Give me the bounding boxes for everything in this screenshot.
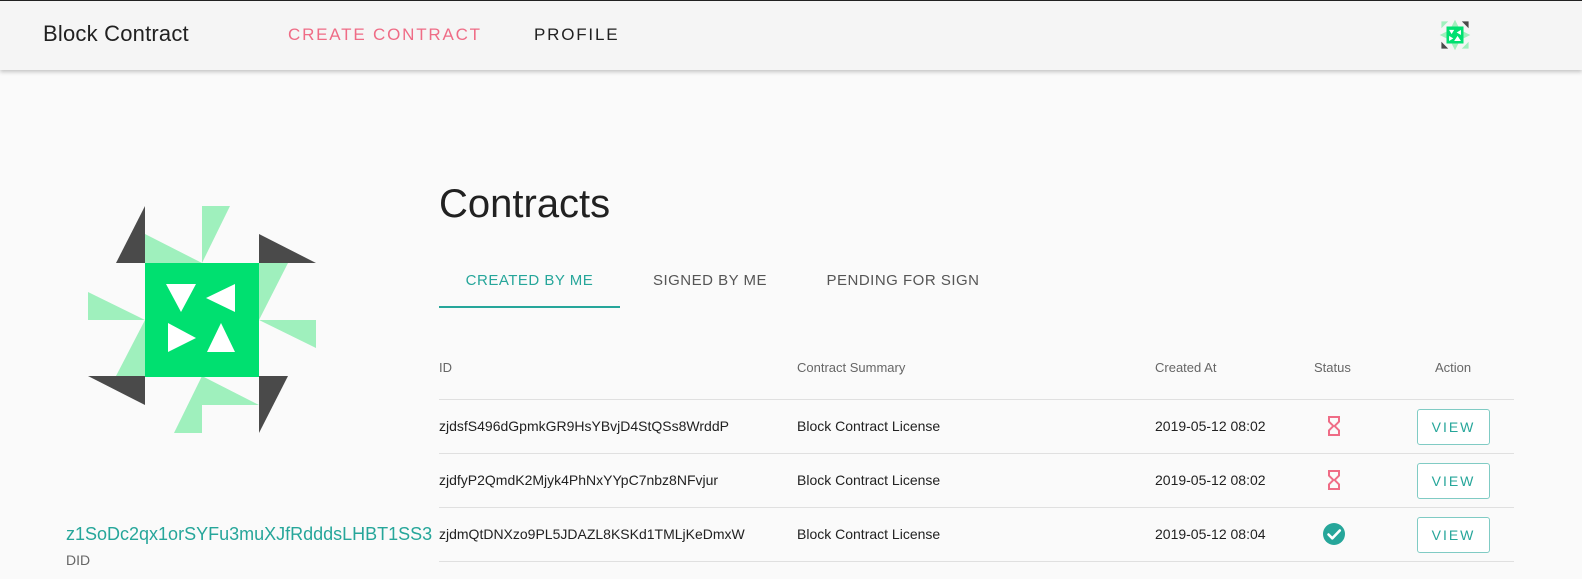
did-label: DID <box>66 552 91 568</box>
column-header-id: ID <box>439 360 452 375</box>
view-button[interactable]: VIEW <box>1417 517 1490 553</box>
table-row: zjdfyP2QmdK2Mjyk4PhNxYYpC7nbz8NFvjur Blo… <box>439 454 1514 508</box>
column-header-summary: Contract Summary <box>797 360 906 375</box>
check-circle-icon <box>1323 523 1345 545</box>
tab-pending-for-sign[interactable]: PENDING FOR SIGN <box>809 256 997 308</box>
table-row: zjdmQtDNXzo9PL5JDAZL8KSKd1TMLjKeDmxW Blo… <box>439 508 1514 562</box>
app-bar: Block Contract CREATE CONTRACT PROFILE <box>0 0 1582 70</box>
contract-summary: Block Contract License <box>797 472 941 488</box>
hourglass-icon <box>1328 470 1340 490</box>
contract-id: zjdsfS496dGpmkGR9HsYBvjD4StQSs8WrddP <box>439 418 729 434</box>
nav-create-contract[interactable]: CREATE CONTRACT <box>288 25 482 45</box>
hourglass-icon <box>1328 416 1340 436</box>
tab-created-by-me[interactable]: CREATED BY ME <box>439 256 620 308</box>
column-header-status: Status <box>1314 360 1351 375</box>
tab-signed-by-me[interactable]: SIGNED BY ME <box>635 256 785 308</box>
contract-id: zjdmQtDNXzo9PL5JDAZL8KSKd1TMLjKeDmxW <box>439 526 745 542</box>
view-button[interactable]: VIEW <box>1417 409 1490 445</box>
table-row: zjdsfS496dGpmkGR9HsYBvjD4StQSs8WrddP Blo… <box>439 400 1514 454</box>
nav-profile[interactable]: PROFILE <box>534 25 619 45</box>
column-header-created-at: Created At <box>1155 360 1217 375</box>
contract-tabs: CREATED BY ME SIGNED BY ME PENDING FOR S… <box>439 256 999 308</box>
profile-identicon <box>88 206 316 433</box>
did-value: z1SoDc2qx1orSYFu3muXJfRdddsLHBT1SS3 <box>66 524 433 544</box>
table-divider <box>439 561 1514 562</box>
column-header-action: Action <box>1435 360 1472 375</box>
contract-created-at: 2019-05-12 08:02 <box>1155 418 1266 434</box>
brand-title[interactable]: Block Contract <box>43 21 189 47</box>
contract-created-at: 2019-05-12 08:04 <box>1155 526 1266 542</box>
user-avatar-icon[interactable] <box>1438 18 1472 52</box>
contract-summary: Block Contract License <box>797 526 941 542</box>
contract-id: zjdfyP2QmdK2Mjyk4PhNxYYpC7nbz8NFvjur <box>439 472 719 488</box>
contract-created-at: 2019-05-12 08:02 <box>1155 472 1266 488</box>
view-button[interactable]: VIEW <box>1417 463 1490 499</box>
contract-summary: Block Contract License <box>797 418 941 434</box>
page-title: Contracts <box>439 182 611 226</box>
